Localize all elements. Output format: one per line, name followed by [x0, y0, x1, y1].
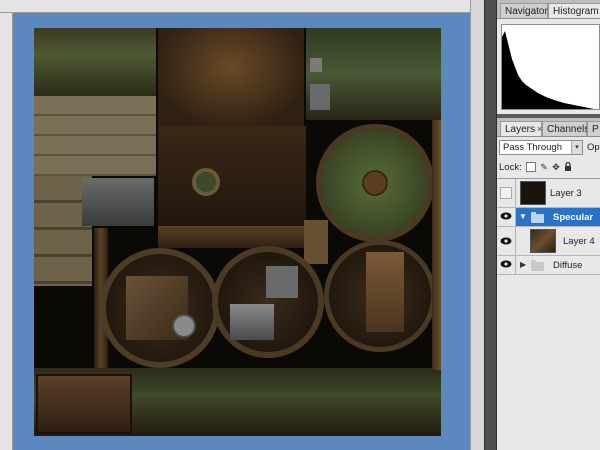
tab-layers[interactable]: Layers ×	[500, 121, 542, 136]
lock-all-icon[interactable]	[563, 161, 573, 172]
tab-paths[interactable]: P	[587, 121, 600, 136]
histogram-graph	[501, 24, 600, 110]
texture-disc-bottom-right-detail	[366, 252, 404, 332]
disclosure-triangle-collapsed-icon[interactable]: ▶	[520, 260, 526, 269]
texture-block-top-left	[34, 28, 156, 96]
histogram-svg	[502, 31, 594, 109]
layer-list: Layer 3 ▼ Specular Layer 4 ▶ Diffuse	[497, 178, 600, 450]
layer-thumbnail	[530, 229, 556, 253]
tab-histogram-label: Histogram	[553, 6, 599, 17]
layer-group-name: Specular	[553, 212, 594, 223]
texture-block-grey-square-2	[310, 58, 322, 72]
lock-row: Lock: ✎ ✥	[499, 161, 600, 175]
texture-disc-green-hub	[362, 170, 388, 196]
texture-block-center-strip	[158, 226, 306, 248]
horizontal-ruler[interactable]	[0, 0, 470, 13]
blend-mode-select[interactable]: Pass Through ▾	[499, 140, 583, 155]
tab-navigator-label: Navigator	[505, 6, 548, 17]
texture-disc-bottom-center-detail-2	[266, 266, 298, 298]
disclosure-triangle-expanded-icon[interactable]: ▼	[519, 212, 527, 221]
eye-icon[interactable]	[497, 256, 516, 274]
opacity-label: Opa	[587, 142, 600, 153]
eye-svg	[500, 260, 512, 268]
lock-transparency-icon[interactable]	[526, 162, 536, 172]
navigator-panel-tabbar: Navigator Histogram	[497, 0, 600, 19]
layers-panel-tabbar: Layers × Channels P	[497, 118, 600, 137]
eye-icon[interactable]	[497, 208, 516, 226]
tab-channels-label: Channels	[547, 124, 590, 135]
layer-thumbnail	[520, 181, 546, 205]
layer-group-row[interactable]: ▶ Diffuse	[497, 256, 600, 275]
layers-panel: Layers× Channels P Pass Through ▾ Opa Lo…	[497, 118, 600, 450]
eye-icon[interactable]	[497, 227, 516, 255]
document-canvas-texture[interactable]	[34, 28, 441, 436]
folder-icon	[531, 260, 544, 271]
tab-channels[interactable]: Channels	[542, 121, 590, 136]
texture-disc-bottom-center-detail	[230, 304, 274, 340]
layer-name: Layer 4	[563, 236, 595, 247]
layer-visibility-toggle[interactable]	[497, 179, 516, 207]
document-vertical-scrollbar[interactable]	[470, 0, 484, 450]
visibility-off-box	[500, 187, 512, 199]
texture-gauge-small	[192, 168, 220, 196]
folder-icon	[531, 212, 544, 223]
lock-brush-icon[interactable]: ✎	[539, 162, 549, 172]
texture-block-grey-square	[310, 84, 330, 110]
layer-name: Layer 3	[550, 188, 582, 199]
tab-paths-label: P	[592, 124, 599, 135]
layer-group-row[interactable]: ▼ Specular	[497, 208, 600, 227]
texture-bottom-box	[36, 374, 132, 434]
texture-right-strip	[432, 120, 441, 370]
lock-label: Lock:	[499, 162, 522, 173]
chevron-down-icon[interactable]: ▾	[571, 141, 582, 154]
texture-disc-bottom-center	[212, 246, 324, 358]
vertical-ruler[interactable]	[0, 13, 13, 450]
texture-block-small-rust	[304, 220, 328, 264]
navigator-histogram-panel: Navigator Histogram	[497, 0, 600, 114]
tab-layers-label: Layers	[505, 124, 536, 135]
blend-mode-value: Pass Through	[503, 142, 562, 153]
layer-group-name: Diffuse	[553, 260, 583, 271]
texture-disc-bottom-left-gauge	[172, 314, 196, 338]
tab-navigator[interactable]: Navigator	[500, 3, 548, 18]
lock-move-icon[interactable]: ✥	[551, 162, 561, 172]
layer-row[interactable]: Layer 4	[497, 227, 600, 256]
layer-row[interactable]: Layer 3	[497, 179, 600, 208]
texture-block-planks	[34, 96, 156, 176]
texture-block-metal-grey	[82, 178, 154, 226]
tab-histogram[interactable]: Histogram	[548, 3, 600, 18]
eye-svg	[500, 237, 512, 245]
padlock-svg	[565, 161, 571, 171]
eye-svg	[500, 212, 512, 220]
panel-dock-splitter[interactable]	[484, 0, 497, 450]
blend-mode-row: Pass Through ▾ Opa	[499, 140, 600, 156]
histogram-curve	[502, 31, 594, 109]
texture-block-rust-top	[158, 28, 304, 126]
